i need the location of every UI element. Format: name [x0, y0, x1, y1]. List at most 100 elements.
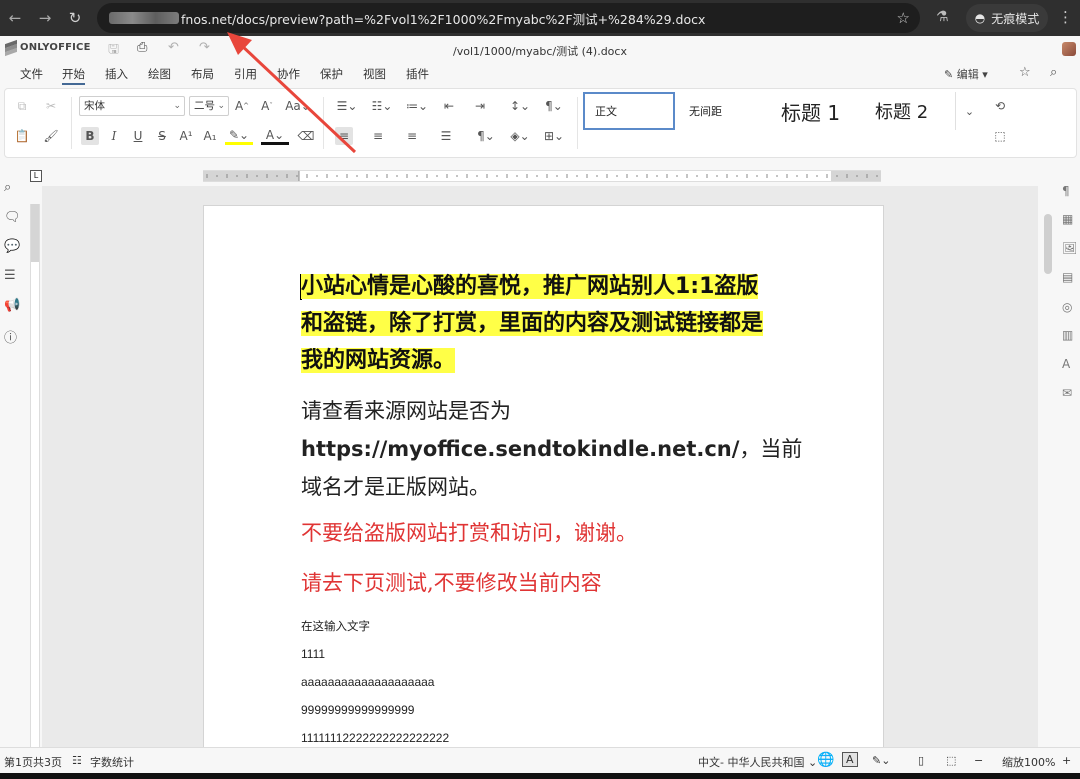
subscript-icon[interactable]: A₁: [201, 127, 219, 145]
bold-icon[interactable]: B: [81, 127, 99, 145]
source-link[interactable]: https://myoffice.sendtokindle.net.cn/: [301, 437, 739, 461]
horizontal-ruler[interactable]: [203, 170, 881, 182]
menu-insert[interactable]: 插入: [105, 66, 128, 82]
arrow-right-icon[interactable]: →: [30, 0, 60, 36]
address-bar[interactable]: fnos.net/docs/preview?path=%2Fvol1%2F100…: [97, 3, 920, 33]
menu-layout[interactable]: 布局: [191, 66, 214, 82]
arrow-left-icon[interactable]: ←: [0, 0, 30, 36]
nonprinting-chars-icon[interactable]: ¶⌄: [473, 127, 499, 145]
decrease-font-icon[interactable]: Aˇ: [258, 97, 276, 115]
reload-icon[interactable]: ↻: [60, 0, 90, 36]
italic-icon[interactable]: I: [105, 127, 123, 145]
multilevel-list-icon[interactable]: ≔⌄: [405, 97, 429, 115]
highlight-color-icon[interactable]: ✎⌄: [225, 127, 253, 145]
page-info[interactable]: 第1页共3页: [4, 754, 62, 770]
borders-icon[interactable]: ⊞⌄: [541, 127, 567, 145]
align-justify-icon[interactable]: ☰: [437, 127, 455, 145]
navigation-icon[interactable]: ☰: [4, 268, 16, 283]
strikethrough-icon[interactable]: S: [153, 127, 171, 145]
document-page[interactable]: 小站心情是心酸的喜悦，推广网站别人1:1盗版 和盗链，除了打赏，里面的内容及测试…: [203, 205, 884, 751]
font-color-icon[interactable]: A⌄: [261, 127, 289, 145]
style-no-spacing[interactable]: 无间距: [679, 92, 769, 130]
paragraph-text[interactable]: aaaaaaaaaaaaaaaaaaaa: [301, 675, 841, 689]
labs-flask-icon[interactable]: ⚗: [936, 9, 949, 25]
text-art-icon[interactable]: A: [1062, 357, 1070, 371]
document-canvas[interactable]: 小站心情是心酸的喜悦，推广网站别人1:1盗版 和盗链，除了打赏，里面的内容及测试…: [42, 186, 1038, 751]
comments-icon[interactable]: 🗨: [4, 210, 21, 225]
fit-page-icon[interactable]: ▯: [918, 754, 924, 767]
paragraph-text[interactable]: 在这输入文字: [301, 618, 841, 634]
chart-settings-icon[interactable]: ▥: [1062, 328, 1073, 342]
chat-icon[interactable]: 💬: [4, 239, 20, 254]
decrease-indent-icon[interactable]: ⇤: [440, 97, 458, 115]
paragraph-settings-icon[interactable]: ¶: [1062, 184, 1070, 198]
paragraph-text[interactable]: 99999999999999999: [301, 703, 841, 717]
paragraph-text[interactable]: 1111: [301, 647, 841, 661]
menu-file[interactable]: 文件: [20, 66, 43, 82]
paragraph-highlighted[interactable]: 小站心情是心酸的喜悦，推广网站别人1:1盗版 和盗链，除了打赏，里面的内容及测试…: [301, 268, 841, 379]
align-right-icon[interactable]: ≡: [403, 127, 421, 145]
shading-icon[interactable]: ◈⌄: [507, 127, 533, 145]
paste-icon[interactable]: 📋: [13, 127, 31, 145]
menu-draw[interactable]: 绘图: [148, 66, 171, 82]
globe-icon[interactable]: 🌐: [817, 752, 834, 768]
scroll-thumb[interactable]: [1044, 214, 1052, 274]
increase-indent-icon[interactable]: ⇥: [471, 97, 489, 115]
search-icon[interactable]: ⌕: [1050, 65, 1057, 80]
line-spacing-icon[interactable]: ↕⌄: [507, 97, 533, 115]
style-heading-2[interactable]: 标题 2: [867, 92, 953, 130]
vertical-ruler[interactable]: [30, 204, 40, 751]
menu-plugins[interactable]: 插件: [406, 66, 429, 82]
search-icon[interactable]: ⌕: [4, 180, 11, 195]
menu-references[interactable]: 引用: [234, 66, 257, 82]
align-center-icon[interactable]: ≡: [369, 127, 387, 145]
image-settings-icon[interactable]: 🖼: [1062, 241, 1077, 255]
word-count-label[interactable]: 字数统计: [90, 754, 134, 770]
change-case-icon[interactable]: Aa⌄: [285, 97, 311, 115]
menu-collaborate[interactable]: 协作: [277, 66, 300, 82]
bookmark-star-icon[interactable]: ☆: [897, 9, 910, 27]
word-count-icon[interactable]: ☷: [72, 754, 82, 767]
zoom-in-icon[interactable]: +: [1062, 754, 1071, 767]
paragraph-red-instruction[interactable]: 请去下页测试,不要修改当前内容: [301, 568, 841, 598]
feedback-icon[interactable]: 📢: [4, 298, 20, 313]
incognito-button[interactable]: ◓ 无痕模式: [966, 4, 1048, 32]
increase-font-icon[interactable]: A ^: [233, 97, 251, 115]
style-heading-1[interactable]: 标题 1: [773, 92, 863, 130]
menu-protect[interactable]: 保护: [320, 66, 343, 82]
chevron-down-icon[interactable]: ⌄: [955, 92, 983, 130]
underline-icon[interactable]: U: [129, 127, 147, 145]
copy-style-icon[interactable]: ⟲: [991, 97, 1009, 115]
paragraph-source-notice[interactable]: 请查看来源网站是否为 https://myoffice.sendtokindle…: [301, 392, 841, 506]
header-footer-icon[interactable]: ▤: [1062, 270, 1073, 284]
edit-mode-button[interactable]: ✎ 编辑 ▾: [944, 66, 988, 82]
spellcheck-icon[interactable]: A: [842, 752, 858, 767]
fit-width-icon[interactable]: ⬚: [946, 754, 956, 767]
menu-home[interactable]: 开始: [62, 66, 85, 85]
format-painter-icon[interactable]: 🖌: [42, 127, 60, 145]
more-menu-icon[interactable]: ⋮: [1058, 8, 1073, 26]
avatar[interactable]: [1062, 42, 1076, 56]
favorite-star-icon[interactable]: ☆: [1019, 65, 1031, 80]
font-size-select[interactable]: 二号 ⌄: [189, 96, 229, 116]
paragraph-settings-icon[interactable]: ¶⌄: [541, 97, 567, 115]
superscript-icon[interactable]: A¹: [177, 127, 195, 145]
track-changes-icon[interactable]: ✎⌄: [872, 754, 890, 767]
style-normal[interactable]: 正文: [583, 92, 675, 130]
table-settings-icon[interactable]: ▦: [1062, 212, 1073, 226]
align-left-icon[interactable]: ≡: [335, 127, 353, 145]
bullet-list-icon[interactable]: ☰⌄: [335, 97, 359, 115]
menu-view[interactable]: 视图: [363, 66, 386, 82]
zoom-level[interactable]: 缩放100%: [1002, 754, 1055, 770]
zoom-out-icon[interactable]: −: [974, 754, 983, 767]
cut-icon[interactable]: ✂: [42, 97, 60, 115]
font-name-select[interactable]: 宋体 ⌄: [79, 96, 185, 116]
paragraph-red-warning[interactable]: 不要给盗版网站打赏和访问，谢谢。: [301, 518, 841, 548]
mail-merge-icon[interactable]: ✉: [1062, 386, 1072, 400]
vertical-scrollbar[interactable]: [1043, 184, 1053, 744]
shape-settings-icon[interactable]: ◎: [1062, 300, 1072, 314]
numbered-list-icon[interactable]: ☷⌄: [370, 97, 394, 115]
select-all-icon[interactable]: ⬚: [991, 127, 1009, 145]
copy-icon[interactable]: ⧉: [13, 97, 31, 115]
paragraph-text[interactable]: 11111112222222222222222: [301, 731, 841, 745]
